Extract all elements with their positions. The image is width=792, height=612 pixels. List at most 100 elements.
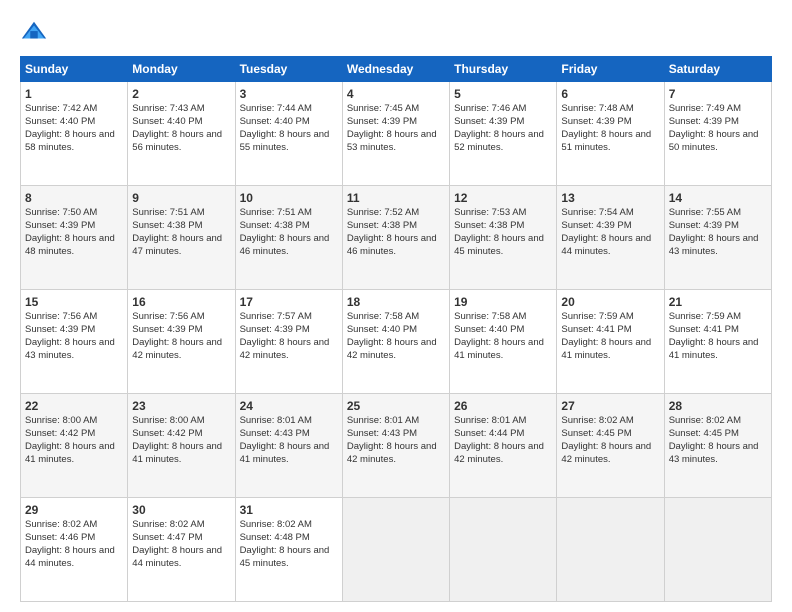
sunset-label: Sunset: 4:38 PM xyxy=(454,220,524,231)
calendar-cell: 22Sunrise: 8:00 AMSunset: 4:42 PMDayligh… xyxy=(21,394,128,498)
calendar-cell: 31Sunrise: 8:02 AMSunset: 4:48 PMDayligh… xyxy=(235,498,342,602)
calendar-row: 29Sunrise: 8:02 AMSunset: 4:46 PMDayligh… xyxy=(21,498,772,602)
sunrise-label: Sunrise: 7:43 AM xyxy=(132,103,204,114)
sunset-label: Sunset: 4:47 PM xyxy=(132,532,202,543)
sunset-label: Sunset: 4:38 PM xyxy=(132,220,202,231)
calendar-cell: 16Sunrise: 7:56 AMSunset: 4:39 PMDayligh… xyxy=(128,290,235,394)
daylight-label: Daylight: 8 hours and 45 minutes. xyxy=(240,545,330,569)
sunset-label: Sunset: 4:40 PM xyxy=(25,116,95,127)
daylight-label: Daylight: 8 hours and 42 minutes. xyxy=(561,441,651,465)
daylight-label: Daylight: 8 hours and 55 minutes. xyxy=(240,129,330,153)
calendar-cell xyxy=(664,498,771,602)
sunset-label: Sunset: 4:39 PM xyxy=(240,324,310,335)
weekday-header-row: SundayMondayTuesdayWednesdayThursdayFrid… xyxy=(21,57,772,82)
day-number: 9 xyxy=(132,190,230,206)
day-number: 1 xyxy=(25,86,123,102)
calendar-table: SundayMondayTuesdayWednesdayThursdayFrid… xyxy=(20,56,772,602)
daylight-label: Daylight: 8 hours and 51 minutes. xyxy=(561,129,651,153)
sunset-label: Sunset: 4:39 PM xyxy=(25,324,95,335)
calendar-cell: 21Sunrise: 7:59 AMSunset: 4:41 PMDayligh… xyxy=(664,290,771,394)
daylight-label: Daylight: 8 hours and 46 minutes. xyxy=(240,233,330,257)
day-number: 20 xyxy=(561,294,659,310)
sunset-label: Sunset: 4:45 PM xyxy=(561,428,631,439)
day-number: 11 xyxy=(347,190,445,206)
daylight-label: Daylight: 8 hours and 41 minutes. xyxy=(669,337,759,361)
day-number: 12 xyxy=(454,190,552,206)
day-number: 18 xyxy=(347,294,445,310)
sunrise-label: Sunrise: 7:58 AM xyxy=(454,311,526,322)
weekday-header: Wednesday xyxy=(342,57,449,82)
daylight-label: Daylight: 8 hours and 41 minutes. xyxy=(132,441,222,465)
page: SundayMondayTuesdayWednesdayThursdayFrid… xyxy=(0,0,792,612)
sunrise-label: Sunrise: 7:50 AM xyxy=(25,207,97,218)
day-number: 2 xyxy=(132,86,230,102)
day-number: 5 xyxy=(454,86,552,102)
weekday-header: Monday xyxy=(128,57,235,82)
daylight-label: Daylight: 8 hours and 41 minutes. xyxy=(561,337,651,361)
day-number: 15 xyxy=(25,294,123,310)
sunrise-label: Sunrise: 7:59 AM xyxy=(669,311,741,322)
day-number: 23 xyxy=(132,398,230,414)
sunset-label: Sunset: 4:39 PM xyxy=(132,324,202,335)
day-number: 31 xyxy=(240,502,338,518)
calendar-cell: 6Sunrise: 7:48 AMSunset: 4:39 PMDaylight… xyxy=(557,82,664,186)
calendar-cell: 26Sunrise: 8:01 AMSunset: 4:44 PMDayligh… xyxy=(450,394,557,498)
day-number: 24 xyxy=(240,398,338,414)
daylight-label: Daylight: 8 hours and 42 minutes. xyxy=(454,441,544,465)
daylight-label: Daylight: 8 hours and 42 minutes. xyxy=(347,441,437,465)
sunrise-label: Sunrise: 7:56 AM xyxy=(132,311,204,322)
calendar-cell: 3Sunrise: 7:44 AMSunset: 4:40 PMDaylight… xyxy=(235,82,342,186)
daylight-label: Daylight: 8 hours and 52 minutes. xyxy=(454,129,544,153)
calendar-cell: 2Sunrise: 7:43 AMSunset: 4:40 PMDaylight… xyxy=(128,82,235,186)
calendar-cell: 5Sunrise: 7:46 AMSunset: 4:39 PMDaylight… xyxy=(450,82,557,186)
daylight-label: Daylight: 8 hours and 41 minutes. xyxy=(25,441,115,465)
sunset-label: Sunset: 4:38 PM xyxy=(347,220,417,231)
sunset-label: Sunset: 4:44 PM xyxy=(454,428,524,439)
calendar-cell: 29Sunrise: 8:02 AMSunset: 4:46 PMDayligh… xyxy=(21,498,128,602)
day-number: 6 xyxy=(561,86,659,102)
sunset-label: Sunset: 4:43 PM xyxy=(240,428,310,439)
sunrise-label: Sunrise: 7:55 AM xyxy=(669,207,741,218)
daylight-label: Daylight: 8 hours and 44 minutes. xyxy=(561,233,651,257)
daylight-label: Daylight: 8 hours and 41 minutes. xyxy=(454,337,544,361)
sunset-label: Sunset: 4:38 PM xyxy=(240,220,310,231)
daylight-label: Daylight: 8 hours and 43 minutes. xyxy=(25,337,115,361)
sunrise-label: Sunrise: 7:44 AM xyxy=(240,103,312,114)
calendar-cell: 20Sunrise: 7:59 AMSunset: 4:41 PMDayligh… xyxy=(557,290,664,394)
sunset-label: Sunset: 4:41 PM xyxy=(561,324,631,335)
sunrise-label: Sunrise: 8:01 AM xyxy=(240,415,312,426)
day-number: 3 xyxy=(240,86,338,102)
daylight-label: Daylight: 8 hours and 42 minutes. xyxy=(240,337,330,361)
logo-icon xyxy=(20,18,48,46)
day-number: 8 xyxy=(25,190,123,206)
sunset-label: Sunset: 4:41 PM xyxy=(669,324,739,335)
sunrise-label: Sunrise: 8:02 AM xyxy=(132,519,204,530)
sunrise-label: Sunrise: 8:00 AM xyxy=(132,415,204,426)
daylight-label: Daylight: 8 hours and 48 minutes. xyxy=(25,233,115,257)
sunrise-label: Sunrise: 7:56 AM xyxy=(25,311,97,322)
sunset-label: Sunset: 4:42 PM xyxy=(25,428,95,439)
calendar-cell: 18Sunrise: 7:58 AMSunset: 4:40 PMDayligh… xyxy=(342,290,449,394)
day-number: 28 xyxy=(669,398,767,414)
day-number: 10 xyxy=(240,190,338,206)
daylight-label: Daylight: 8 hours and 47 minutes. xyxy=(132,233,222,257)
calendar-cell: 13Sunrise: 7:54 AMSunset: 4:39 PMDayligh… xyxy=(557,186,664,290)
calendar-row: 1Sunrise: 7:42 AMSunset: 4:40 PMDaylight… xyxy=(21,82,772,186)
sunrise-label: Sunrise: 8:02 AM xyxy=(240,519,312,530)
sunrise-label: Sunrise: 8:02 AM xyxy=(25,519,97,530)
daylight-label: Daylight: 8 hours and 58 minutes. xyxy=(25,129,115,153)
sunset-label: Sunset: 4:39 PM xyxy=(561,220,631,231)
daylight-label: Daylight: 8 hours and 41 minutes. xyxy=(240,441,330,465)
weekday-header: Sunday xyxy=(21,57,128,82)
weekday-header: Friday xyxy=(557,57,664,82)
sunrise-label: Sunrise: 7:57 AM xyxy=(240,311,312,322)
sunrise-label: Sunrise: 8:01 AM xyxy=(454,415,526,426)
sunrise-label: Sunrise: 7:51 AM xyxy=(240,207,312,218)
sunset-label: Sunset: 4:39 PM xyxy=(454,116,524,127)
daylight-label: Daylight: 8 hours and 44 minutes. xyxy=(25,545,115,569)
sunrise-label: Sunrise: 8:00 AM xyxy=(25,415,97,426)
sunset-label: Sunset: 4:43 PM xyxy=(347,428,417,439)
sunrise-label: Sunrise: 7:51 AM xyxy=(132,207,204,218)
calendar-cell: 14Sunrise: 7:55 AMSunset: 4:39 PMDayligh… xyxy=(664,186,771,290)
day-number: 25 xyxy=(347,398,445,414)
